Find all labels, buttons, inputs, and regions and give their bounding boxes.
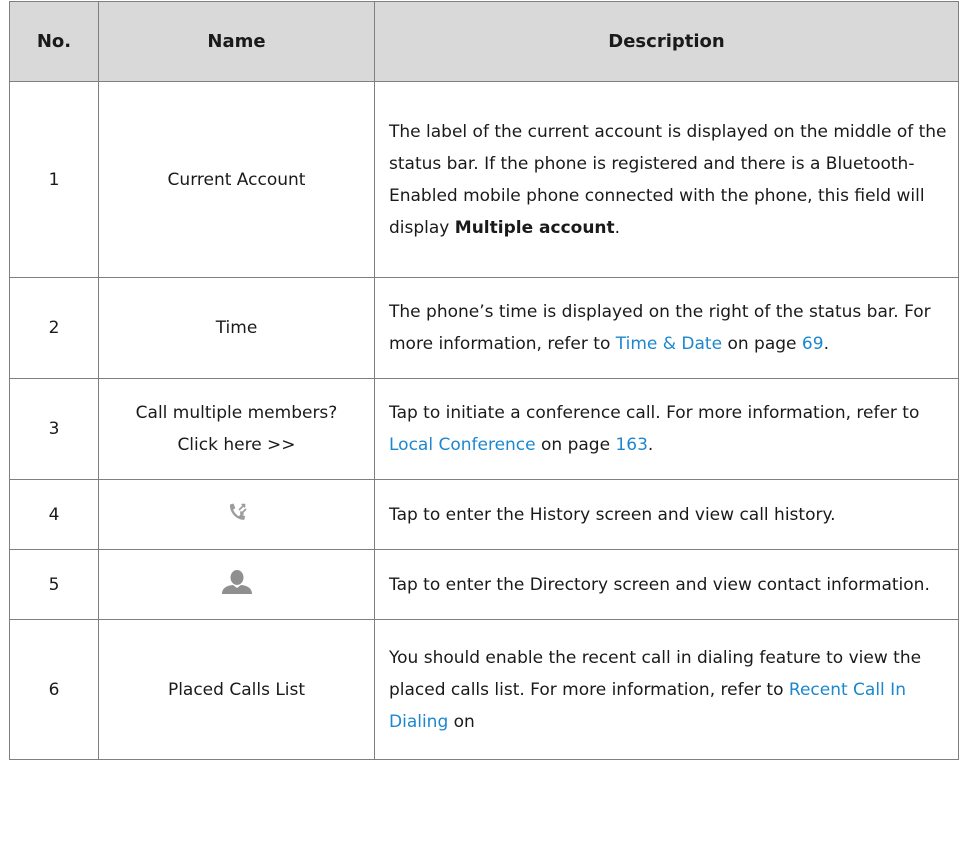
row-description: Tap to enter the Directory screen and vi… bbox=[374, 549, 959, 620]
description-text: on page bbox=[535, 435, 616, 455]
description-text: . bbox=[647, 435, 654, 455]
row-number: 5 bbox=[9, 549, 99, 620]
row-description: The phone’s time is displayed on the rig… bbox=[374, 277, 959, 379]
description-text: Tap to initiate a conference call. For m… bbox=[389, 403, 920, 423]
description-text: . bbox=[614, 217, 621, 238]
header-no: No. bbox=[9, 1, 99, 82]
description-text: . bbox=[823, 334, 829, 354]
row-name: Placed Calls List bbox=[98, 619, 375, 760]
row-description: You should enable the recent call in dia… bbox=[374, 619, 959, 760]
row-number: 2 bbox=[9, 277, 99, 379]
table-row: 1 Current Account The label of the curre… bbox=[9, 81, 959, 278]
call-history-icon bbox=[227, 501, 247, 528]
page-link[interactable]: 69 bbox=[802, 334, 824, 354]
row-name bbox=[98, 549, 375, 620]
table-row: 6 Placed Calls List You should enable th… bbox=[9, 619, 959, 760]
row-number: 4 bbox=[9, 479, 99, 550]
description-text: on bbox=[448, 711, 475, 732]
time-date-link[interactable]: Time & Date bbox=[616, 334, 722, 354]
header-row: No. Name Description bbox=[9, 1, 959, 82]
row-name-line: Click here >> bbox=[177, 435, 296, 455]
row-description: The label of the current account is disp… bbox=[374, 81, 959, 278]
description-bold-text: Multiple account bbox=[454, 217, 615, 238]
page-link[interactable]: 163 bbox=[615, 435, 647, 455]
row-number: 3 bbox=[9, 378, 99, 480]
table-row: 3 Call multiple members? Click here >> T… bbox=[9, 378, 959, 480]
row-description: Tap to enter the History screen and view… bbox=[374, 479, 959, 550]
local-conference-link[interactable]: Local Conference bbox=[389, 435, 536, 455]
contact-person-icon bbox=[220, 569, 254, 600]
row-name bbox=[98, 479, 375, 550]
features-table: No. Name Description 1 Current Account T… bbox=[9, 1, 959, 760]
row-number: 1 bbox=[9, 81, 99, 278]
row-name: Call multiple members? Click here >> bbox=[98, 378, 375, 480]
row-name: Time bbox=[98, 277, 375, 379]
description-text: on page bbox=[722, 334, 802, 354]
header-description: Description bbox=[374, 1, 959, 82]
table-row: 4 Tap to enter the History screen and vi… bbox=[9, 479, 959, 550]
row-name-line: Call multiple members? bbox=[135, 403, 338, 423]
table-row: 5 Tap to enter the Directory screen and … bbox=[9, 549, 959, 620]
table-row: 2 Time The phone’s time is displayed on … bbox=[9, 277, 959, 379]
header-name: Name bbox=[98, 1, 375, 82]
row-name: Current Account bbox=[98, 81, 375, 278]
row-number: 6 bbox=[9, 619, 99, 760]
row-description: Tap to initiate a conference call. For m… bbox=[374, 378, 959, 480]
